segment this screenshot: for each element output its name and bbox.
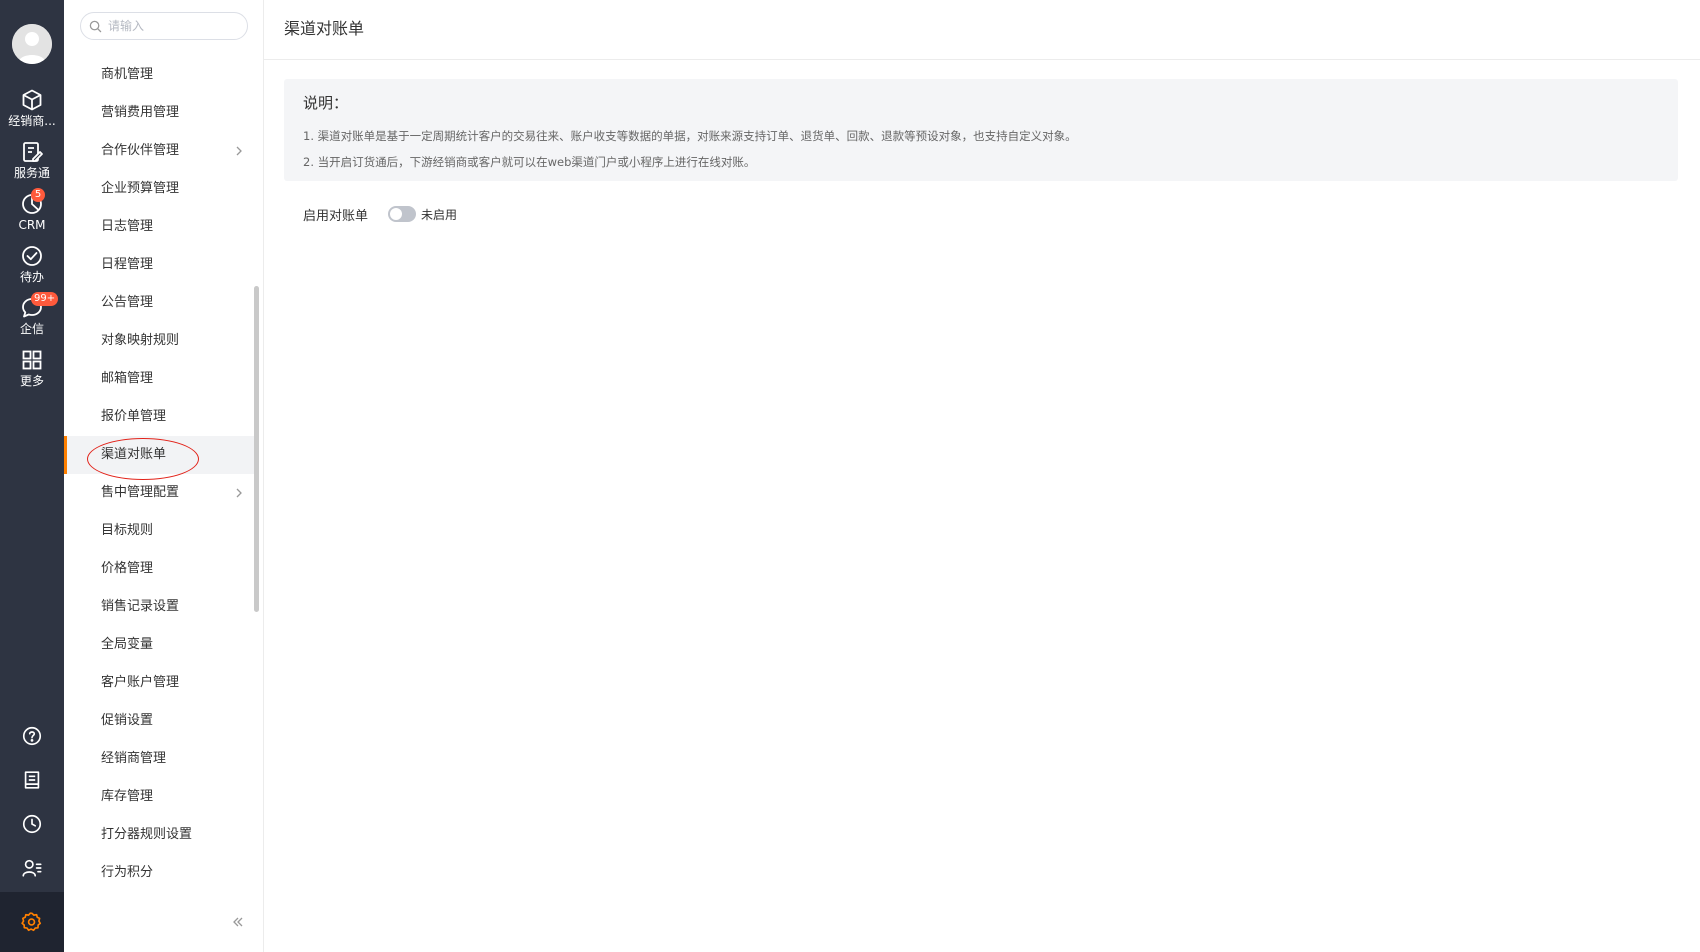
chevron-right-icon: [236, 488, 242, 498]
menu-item-global-variables[interactable]: 全局变量: [64, 626, 256, 664]
contacts-icon: [22, 859, 42, 877]
menu-item-scorer-rules[interactable]: 打分器规则设置: [64, 816, 256, 854]
menu-item-label: 邮箱管理: [101, 371, 154, 386]
menu-item-label: 目标规则: [101, 523, 154, 538]
app-rail: 经销商... 服务通 5 CRM 待办 99+ 企信 更多: [0, 0, 64, 952]
menu-item-label: 日程管理: [101, 257, 154, 272]
menu-item-label: 打分器规则设置: [101, 827, 193, 842]
rail-item-crm[interactable]: 5 CRM: [0, 188, 64, 244]
menu-item-goal-rules[interactable]: 目标规则: [64, 512, 256, 550]
chevron-right-icon: [236, 146, 242, 156]
menu-item-label: 价格管理: [101, 561, 154, 576]
menu-item-log[interactable]: 日志管理: [64, 208, 256, 246]
menu-item-label: 销售记录设置: [101, 599, 180, 614]
help-button[interactable]: [0, 716, 64, 756]
menu-search: [80, 12, 248, 40]
menu-item-announcement[interactable]: 公告管理: [64, 284, 256, 322]
search-icon: [89, 20, 102, 32]
rail-item-label: 服务通: [13, 166, 50, 180]
notes-icon: [24, 771, 40, 789]
menu-item-sales-record[interactable]: 销售记录设置: [64, 588, 256, 626]
rail-item-label: 经销商...: [8, 114, 56, 128]
enable-statement-toggle[interactable]: [388, 206, 417, 222]
avatar[interactable]: [12, 24, 52, 64]
help-icon: [22, 726, 42, 746]
rail-item-label: 更多: [19, 374, 44, 388]
menu-item-customer-account[interactable]: 客户账户管理: [64, 664, 256, 702]
clock-icon: [22, 814, 42, 834]
menu-item-label: 客户账户管理: [101, 675, 180, 690]
notice-title: 说明：: [303, 94, 349, 112]
rail-item-service[interactable]: 服务通: [0, 140, 64, 192]
enable-statement-row: 启用对账单 未启用: [303, 204, 457, 224]
menu-scrollbar[interactable]: [254, 286, 259, 612]
menu-item-label: 经销商管理: [101, 751, 167, 766]
menu-list: 商机管理 营销费用管理 合作伙伴管理 企业预算管理 日志管理 日程管理 公告管理…: [64, 56, 256, 892]
menu-item-mailbox[interactable]: 邮箱管理: [64, 360, 256, 398]
menu-item-label: 合作伙伴管理: [101, 143, 180, 158]
page-title: 渠道对账单: [264, 0, 1700, 60]
menu-item-schedule[interactable]: 日程管理: [64, 246, 256, 284]
menu-item-label: 公告管理: [101, 295, 154, 310]
rail-item-label: CRM: [18, 218, 46, 232]
main-content: 渠道对账单 说明： 1. 渠道对账单是基于一定周期统计客户的交易往来、账户收支等…: [264, 0, 1700, 952]
messages-badge: 99+: [31, 292, 59, 306]
toggle-status-text: 未启用: [421, 207, 458, 222]
rail-item-messages[interactable]: 99+ 企信: [0, 292, 64, 348]
menu-item-label: 渠道对账单: [101, 447, 167, 462]
menu-item-label: 库存管理: [101, 789, 154, 804]
menu-item-promotion[interactable]: 促销设置: [64, 702, 256, 740]
clipboard-edit-icon: [23, 142, 43, 162]
notice-line-1: 1. 渠道对账单是基于一定周期统计客户的交易往来、账户收支等数据的单据，对账来源…: [303, 129, 1077, 143]
menu-item-label: 企业预算管理: [101, 181, 180, 196]
cube-icon: [22, 89, 42, 111]
grid-icon: [22, 350, 42, 370]
app-root: 经销商... 服务通 5 CRM 待办 99+ 企信 更多 请输入 商机管理 营…: [0, 0, 1700, 952]
menu-item-in-sale-config[interactable]: 售中管理配置: [64, 474, 256, 512]
check-circle-icon: [22, 246, 42, 266]
notice-line-2: 2. 当开启订货通后，下游经销商或客户就可以在web渠道门户或小程序上进行在线对…: [303, 155, 756, 169]
menu-item-label: 售中管理配置: [101, 485, 180, 500]
menu-item-marketing-cost[interactable]: 营销费用管理: [64, 94, 256, 132]
rail-item-dealer[interactable]: 经销商...: [0, 88, 64, 140]
notes-button[interactable]: [0, 760, 64, 800]
settings-button[interactable]: [0, 892, 64, 952]
rail-item-todo[interactable]: 待办: [0, 244, 64, 296]
menu-item-label: 行为积分: [101, 865, 154, 880]
rail-item-label: 待办: [19, 270, 44, 284]
rail-item-label: 企信: [19, 322, 44, 336]
menu-item-label: 促销设置: [101, 713, 154, 728]
menu-item-quote[interactable]: 报价单管理: [64, 398, 256, 436]
rail-item-more[interactable]: 更多: [0, 348, 64, 400]
notice-box: 说明： 1. 渠道对账单是基于一定周期统计客户的交易往来、账户收支等数据的单据，…: [284, 79, 1678, 181]
history-button[interactable]: [0, 804, 64, 844]
menu-item-label: 日志管理: [101, 219, 154, 234]
menu-item-partner[interactable]: 合作伙伴管理: [64, 132, 256, 170]
menu-item-inventory[interactable]: 库存管理: [64, 778, 256, 816]
collapse-double-chevron-icon[interactable]: [230, 914, 246, 930]
menu-item-label: 报价单管理: [101, 409, 167, 424]
menu-item-object-mapping[interactable]: 对象映射规则: [64, 322, 256, 360]
enable-statement-label: 启用对账单: [303, 208, 369, 224]
menu-item-label: 商机管理: [101, 67, 154, 82]
menu-item-label: 全局变量: [101, 637, 154, 652]
search-input[interactable]: [108, 19, 238, 33]
menu-item-price[interactable]: 价格管理: [64, 550, 256, 588]
menu-item-dealer[interactable]: 经销商管理: [64, 740, 256, 778]
menu-item-label: 对象映射规则: [101, 333, 180, 348]
menu-item-channel-statement[interactable]: 渠道对账单: [64, 436, 256, 480]
contacts-button[interactable]: [0, 848, 64, 888]
menu-item-opportunity[interactable]: 商机管理: [64, 56, 256, 94]
menu-item-budget[interactable]: 企业预算管理: [64, 170, 256, 208]
menu-item-label: 营销费用管理: [101, 105, 180, 120]
menu-item-behavior-points[interactable]: 行为积分: [64, 854, 256, 892]
settings-menu: 商机管理 营销费用管理 合作伙伴管理 企业预算管理 日志管理 日程管理 公告管理…: [64, 0, 264, 952]
crm-badge: 5: [31, 188, 45, 202]
settings-icon: [21, 912, 42, 932]
